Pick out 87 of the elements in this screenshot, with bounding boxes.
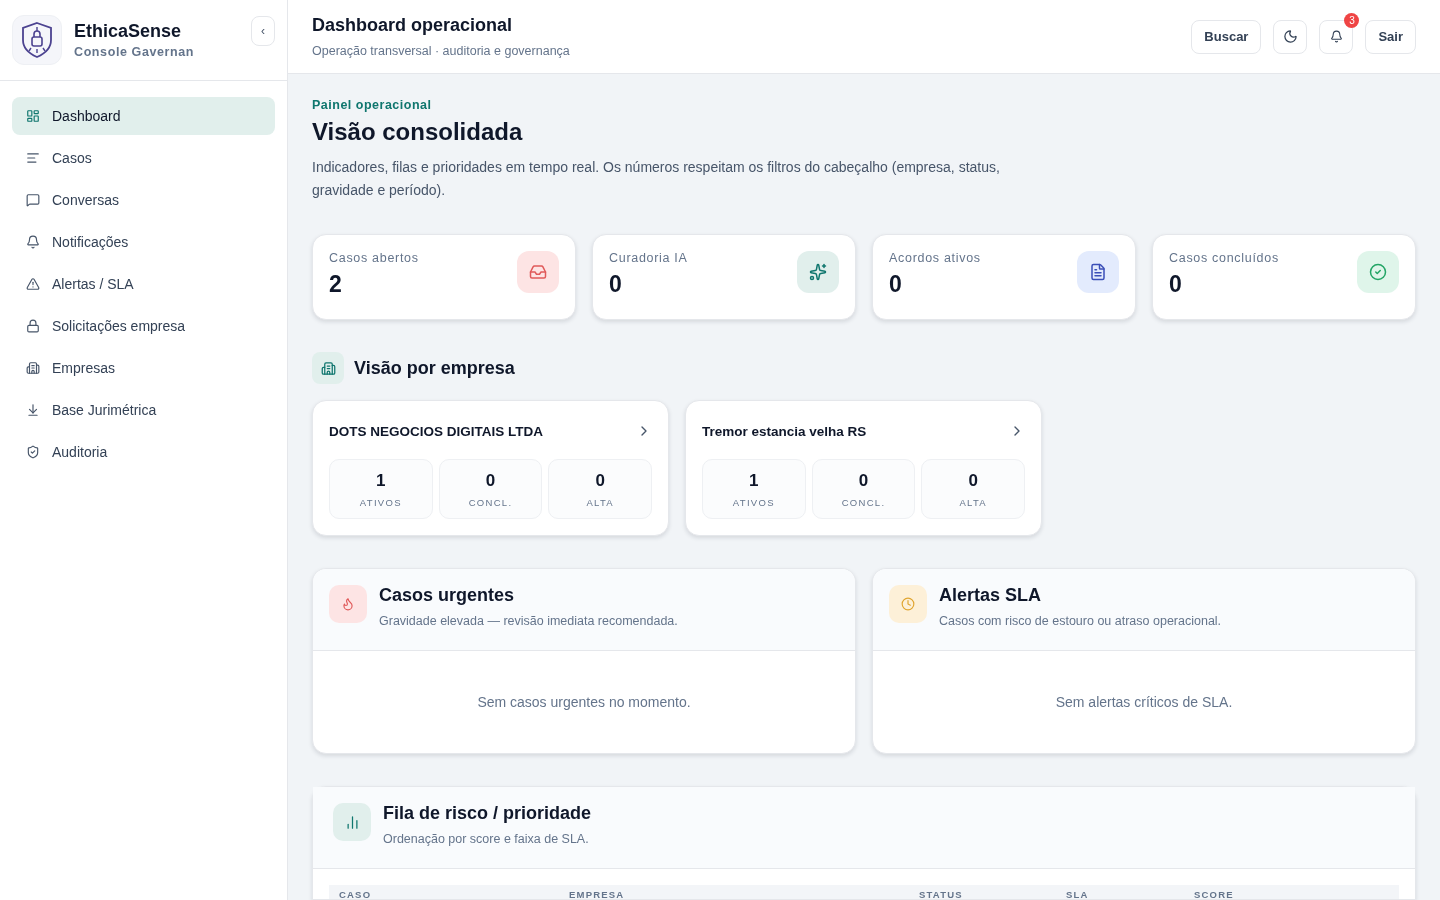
sidebar-item-label: Auditoria: [52, 444, 108, 460]
sidebar-item[interactable]: Casos: [12, 139, 275, 177]
metric-value: 0: [595, 470, 605, 491]
column-header: EMPRESA: [569, 889, 626, 900]
building-icon: [312, 352, 344, 384]
sidebar-item-label: Dashboard: [52, 108, 121, 124]
panel-title: Casos urgentes: [379, 585, 515, 606]
collapse-button[interactable]: ‹: [251, 16, 275, 46]
section-description: Indicadores, filas e prioridades em tempo real. Os números respeitam os filtros do cabeçalho (empresa, status, gravidade e período).: [312, 158, 1001, 200]
empty-message: Sem casos urgentes no momento.: [477, 694, 691, 710]
document-icon: [1077, 251, 1119, 293]
stat-label: Acordos ativos: [889, 251, 981, 265]
shield-icon: [26, 445, 40, 459]
page-title: Dashboard operacional: [312, 15, 514, 36]
column-header: SCORE: [1194, 889, 1235, 900]
panel-title: Fila de risco / prioridade: [383, 803, 592, 824]
sidebar-item-label: Empresas: [52, 360, 116, 376]
metric-label: ALTA: [959, 496, 987, 508]
sidebar-item[interactable]: Conversas: [12, 181, 275, 219]
bar-chart-icon: [333, 803, 371, 841]
metric-label: ATIVOS: [732, 496, 775, 508]
sidebar-item-label: Base Jurimétrica: [52, 402, 157, 418]
column-header: SLA: [1066, 889, 1090, 900]
stat-label: Casos abertos: [329, 251, 419, 265]
panel-subtitle: Casos com risco de estouro ou atraso operacional.: [939, 614, 1222, 628]
metric-value: 0: [968, 470, 978, 491]
metric-label: ALTA: [586, 496, 614, 508]
chat-icon: [26, 193, 40, 207]
download-icon: [26, 403, 40, 417]
company-name: Tremor estancia velha RS: [702, 423, 867, 439]
section-title: Visão consolidada: [312, 118, 523, 146]
company-card[interactable]: DOTS NEGOCIOS DIGITAIS LTDA 1 ATIVOS 0 CONCL. 0 ALTA: [312, 400, 669, 536]
metric-value: 1: [376, 470, 386, 491]
metric-label: ATIVOS: [359, 496, 402, 508]
logo-icon: [12, 15, 62, 65]
section-eyebrow: Painel operacional: [312, 98, 432, 112]
metric-value: 0: [858, 470, 869, 491]
sidebar-item[interactable]: Auditoria: [12, 433, 275, 471]
inbox-icon: [517, 251, 559, 293]
stat-value: 0: [1169, 271, 1182, 298]
sidebar-item[interactable]: Notificações: [12, 223, 275, 261]
brand-subtitle: Console Gavernan: [74, 45, 196, 59]
logout-button[interactable]: Sair: [1365, 19, 1416, 54]
sidebar-item-label: Alertas / SLA: [52, 276, 134, 292]
search-button[interactable]: Buscar: [1191, 19, 1262, 54]
column-header: CASO: [339, 889, 373, 900]
sparkles-icon: [797, 251, 839, 293]
metric-value: 1: [749, 470, 759, 491]
sidebar-item-label: Solicitações empresa: [52, 318, 186, 334]
stat-label: Casos concluídos: [1169, 251, 1279, 265]
bell-icon: [26, 235, 40, 249]
stat-label: Curadoria IA: [609, 251, 688, 265]
dashboard-icon: [26, 109, 40, 123]
stat-value: 0: [609, 271, 622, 298]
list-icon: [26, 151, 40, 165]
clock-icon: [889, 585, 927, 623]
sidebar-item-label: Conversas: [52, 192, 119, 208]
theme-toggle-button[interactable]: [1273, 19, 1308, 54]
warning-icon: [26, 277, 40, 291]
bell-icon: [1329, 30, 1343, 43]
metric-value: 0: [485, 470, 496, 491]
panel-subtitle: Ordenação por score e faixa de SLA.: [383, 832, 589, 846]
stat-value: 0: [889, 271, 902, 298]
sidebar-item[interactable]: Base Jurimétrica: [12, 391, 275, 429]
lock-icon: [26, 319, 40, 333]
sidebar-item[interactable]: Dashboard: [12, 97, 275, 135]
panel-subtitle: Gravidade elevada — revisão imediata recomendada.: [379, 614, 678, 628]
metric-label: CONCL.: [468, 496, 513, 508]
stat-value: 2: [329, 271, 342, 298]
sidebar-item[interactable]: Solicitações empresa: [12, 307, 275, 345]
company-name: DOTS NEGOCIOS DIGITAIS LTDA: [329, 423, 543, 439]
panel-title: Alertas SLA: [939, 585, 1042, 606]
notification-count: 3: [1344, 12, 1360, 28]
brand-name: EthicaSense: [74, 21, 183, 42]
empty-message: Sem alertas críticos de SLA.: [1055, 694, 1233, 710]
company-card[interactable]: Tremor estancia velha RS 1 ATIVOS 0 CONCL. 0 ALTA: [685, 400, 1042, 536]
page-subtitle: Operação transversal · auditoria e governança: [312, 44, 571, 58]
sidebar-item[interactable]: Empresas: [12, 349, 275, 387]
moon-icon: [1282, 29, 1298, 44]
sidebar-item-label: Casos: [52, 150, 92, 166]
flame-icon: [329, 585, 367, 623]
sidebar-item[interactable]: Alertas / SLA: [12, 265, 275, 303]
building-icon: [26, 361, 40, 375]
section-heading: Visão por empresa: [354, 357, 515, 379]
metric-label: CONCL.: [841, 496, 886, 508]
column-header: STATUS: [919, 889, 964, 900]
sidebar-item-label: Notificações: [52, 234, 129, 250]
